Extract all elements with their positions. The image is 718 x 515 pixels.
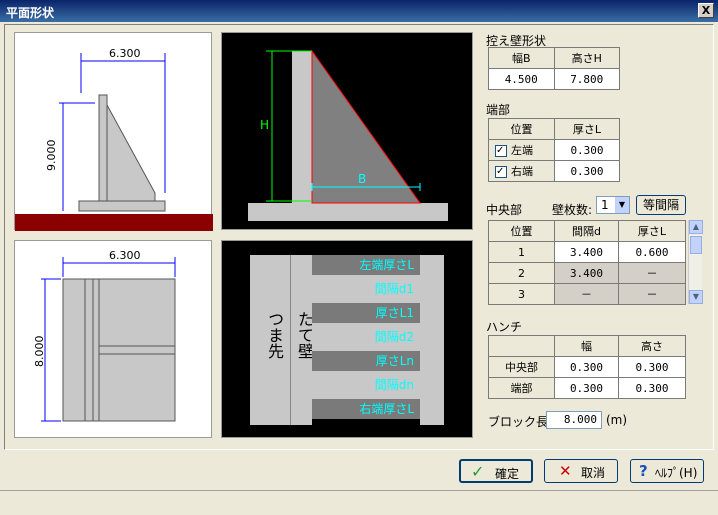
row-left-thickness: 左端厚さL [312,255,420,275]
row-label: 中央部 [488,356,555,378]
row-gap-d2: 間隔d2 [312,323,420,351]
row-position: 1 [488,241,555,263]
toe-label: つま先 [265,311,284,359]
row-thickness: － [618,262,686,284]
title-bar: 平面形状 X [0,0,718,22]
row-gap[interactable]: 3.400 [554,262,619,284]
right-end-cell[interactable]: ✓ 右端 [488,160,555,182]
window-title: 平面形状 [6,6,55,20]
row-gap-d1: 間隔d1 [312,275,420,303]
wall-count-select[interactable]: 1 ▼ [596,196,630,214]
section-drawing: H B [248,49,448,221]
table-row[interactable]: 端部 0.300 0.300 [488,377,686,399]
side-view: 6.300 9.000 [14,32,213,231]
center-col-gap: 間隔d [554,220,619,242]
row-thickness-l1: 厚さL1 [312,303,420,323]
haunch-col-width: 幅 [554,335,619,357]
ends-col-thickness: 厚さL [554,118,620,140]
scroll-thumb[interactable] [690,236,702,254]
help-button[interactable]: ? ﾍﾙﾌﾟ(H) [630,459,704,483]
plan-width-dim: 6.300 [109,249,141,262]
col-width: 幅B [488,47,555,69]
row-thickness: － [618,283,686,305]
left-end-label: 左端 [511,144,533,157]
row-position: 3 [488,283,555,305]
ends-title: 端部 [486,103,511,117]
layout-view: つま先 たて壁 左端厚さL 間隔d1 厚さL1 間隔d2 厚さLn 間隔dn 右… [221,240,473,438]
center-table: 位置 間隔d 厚さL 1 3.400 0.600 2 3.400 － 3 － － [488,220,686,305]
plan-height-dim: 8.000 [33,336,46,368]
help-label: ﾍﾙﾌﾟ(H) [655,466,698,480]
center-col-thickness: 厚さL [618,220,686,242]
row-position: 2 [488,262,555,284]
row-width[interactable]: 0.300 [554,356,619,378]
side-height-dim: 9.000 [45,140,58,172]
h-label: H [260,118,269,132]
haunch-col-blank [488,335,555,357]
status-bar [0,490,718,515]
layout-rows: 左端厚さL 間隔d1 厚さL1 間隔d2 厚さLn 間隔dn 右端厚さL [312,255,420,425]
row-gap: － [554,283,619,305]
row-label: 端部 [488,377,555,399]
section-view: H B [221,32,473,230]
right-end-value[interactable]: 0.300 [554,160,620,182]
haunch-table: 幅 高さ 中央部 0.300 0.300 端部 0.300 0.300 [488,335,686,399]
table-row[interactable]: 1 3.400 0.600 [488,241,686,263]
wall-count-label: 壁枚数: [552,203,593,217]
block-length-unit: (m) [606,413,628,427]
haunch-col-height: 高さ [618,335,686,357]
row-gap-dn: 間隔dn [312,371,420,399]
ends-table: 位置 厚さL ✓ 左端 0.300 ✓ 右端 0.300 [488,118,620,182]
check-icon: ✓ [471,462,485,481]
row-height[interactable]: 0.300 [618,377,686,399]
table-row[interactable]: 中央部 0.300 0.300 [488,356,686,378]
col-height: 高さH [553,47,620,69]
close-icon: ✕ [559,462,572,480]
block-length-input[interactable]: 8.000 [546,411,602,429]
side-view-drawing: 6.300 9.000 [15,47,213,231]
center-title: 中央部 [486,203,523,217]
buttress-width-cell[interactable]: 4.500 [488,68,555,90]
side-width-dim: 6.300 [109,47,141,60]
right-end-checkbox[interactable]: ✓ [495,166,507,178]
block-length-label: ブロック長: [488,415,553,429]
help-icon: ? [639,462,648,480]
ok-label: 確定 [495,467,520,481]
close-button[interactable]: X [698,3,714,18]
row-thickness[interactable]: 0.600 [618,241,686,263]
row-height[interactable]: 0.300 [618,356,686,378]
scroll-down-icon[interactable]: ▼ [689,290,703,304]
buttress-table: 幅B 高さH 4.500 7.800 [488,47,620,90]
left-end-checkbox[interactable]: ✓ [495,145,507,157]
cancel-button[interactable]: ✕ 取消 [544,459,618,483]
b-label: B [358,172,366,186]
left-end-cell[interactable]: ✓ 左端 [488,139,555,161]
plan-drawing: 6.300 8.000 [33,249,176,422]
buttress-height-cell[interactable]: 7.800 [553,68,620,90]
row-width[interactable]: 0.300 [554,377,619,399]
layout-right-edge [420,255,444,425]
ok-button[interactable]: ✓ 確定 [459,459,533,483]
row-thickness-ln: 厚さLn [312,351,420,371]
plan-view: 6.300 8.000 [14,240,212,438]
table-row[interactable]: 2 3.400 － [488,262,686,284]
haunch-title: ハンチ [486,320,523,334]
center-col-position: 位置 [488,220,555,242]
wall-count-value: 1 [601,198,609,212]
left-end-value[interactable]: 0.300 [554,139,620,161]
right-end-label: 右端 [511,165,533,178]
chevron-down-icon[interactable]: ▼ [615,197,629,213]
table-row[interactable]: 3 － － [488,283,686,305]
row-gap[interactable]: 3.400 [554,241,619,263]
equal-spacing-button[interactable]: 等間隔 [636,195,686,215]
ends-col-position: 位置 [488,118,555,140]
cancel-label: 取消 [581,466,606,480]
center-scrollbar[interactable]: ▲ ▼ [688,220,703,304]
scroll-up-icon[interactable]: ▲ [689,220,703,234]
row-right-thickness: 右端厚さL [312,399,420,419]
